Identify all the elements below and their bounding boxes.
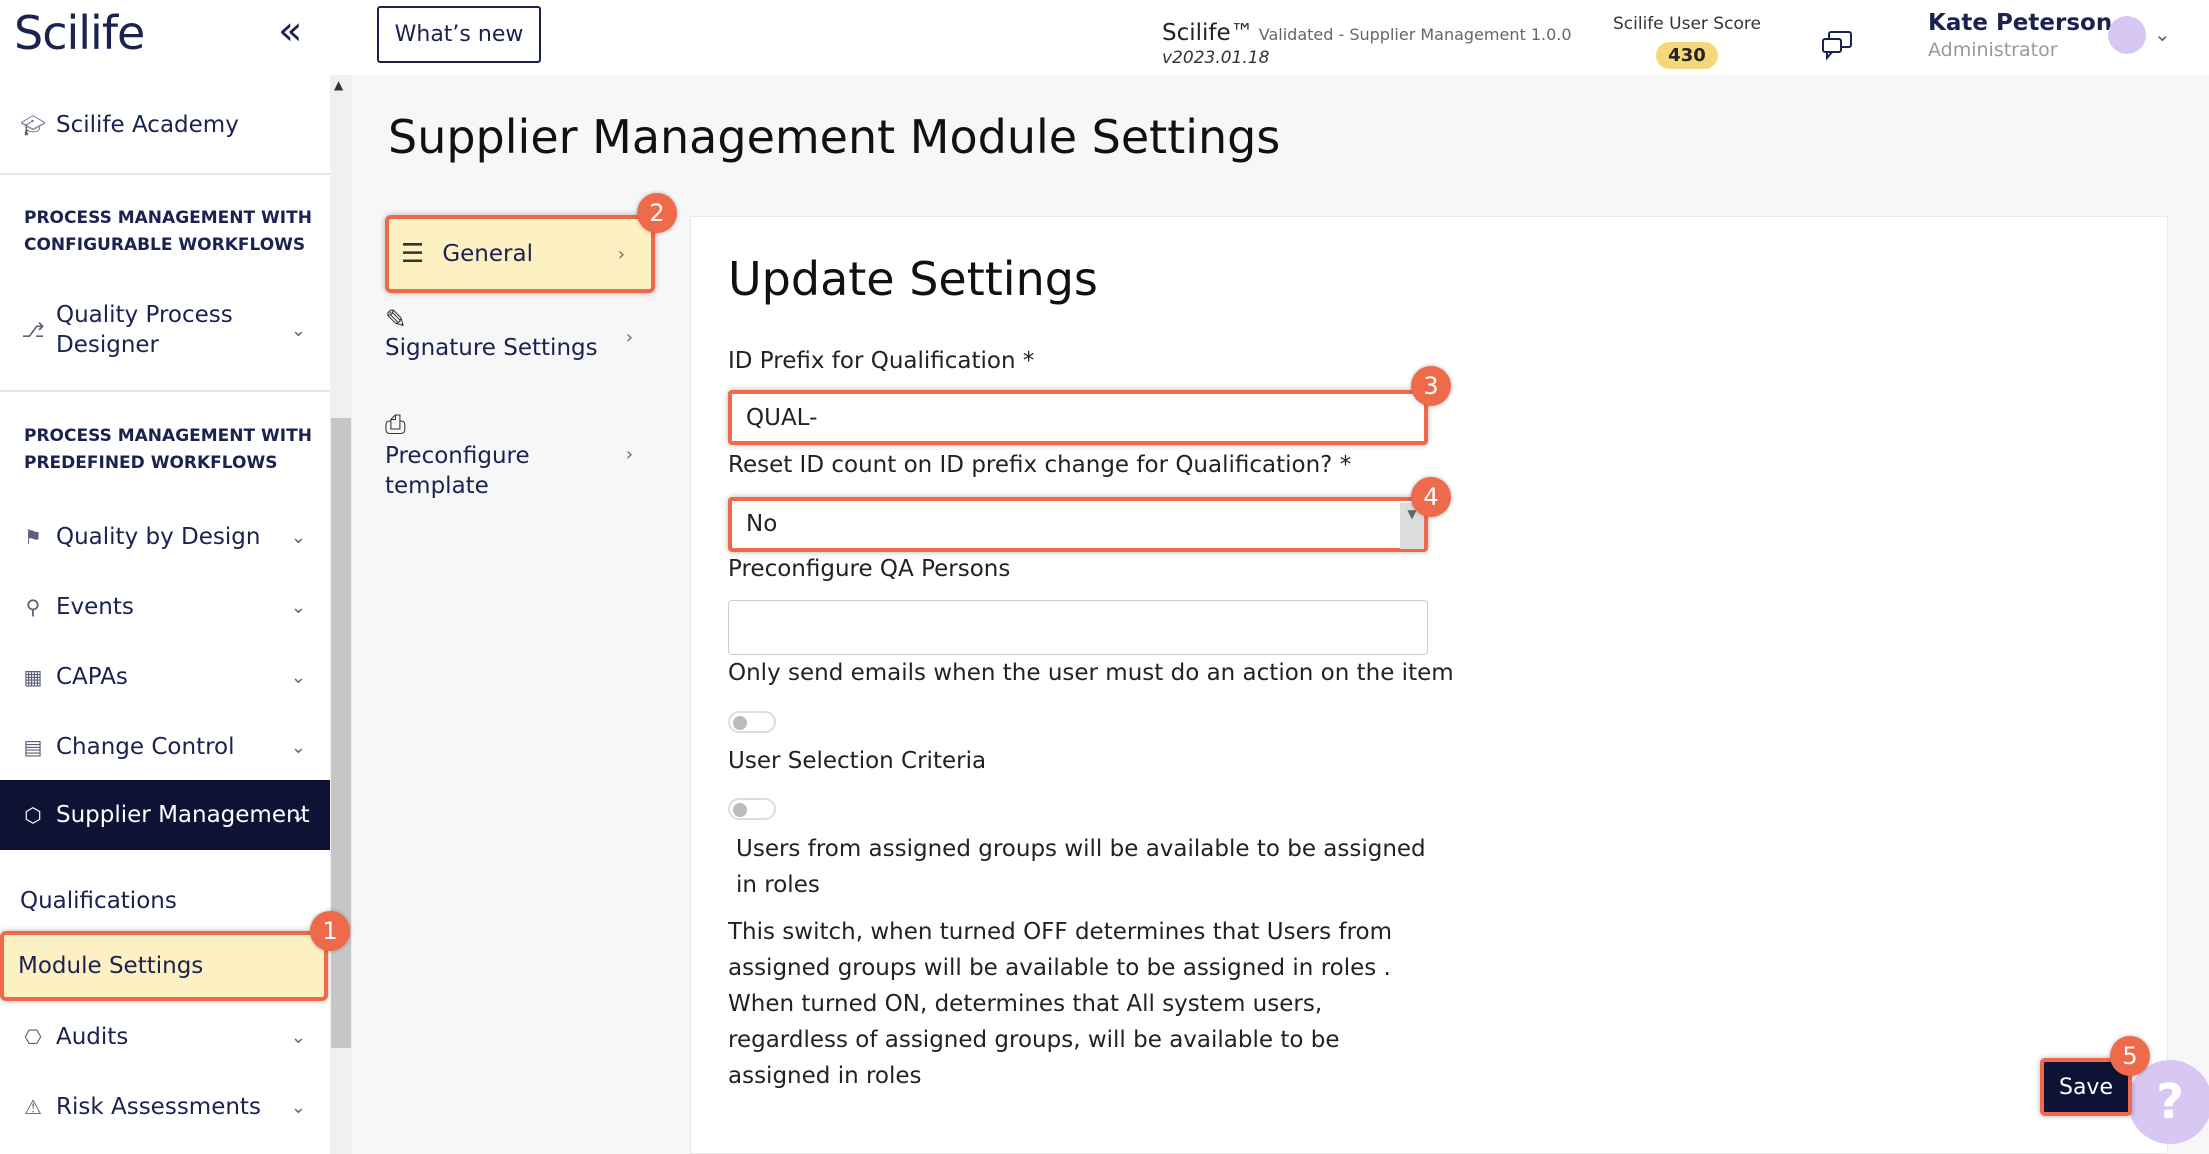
reset-id-label: Reset ID count on ID prefix change for Q… [728, 452, 1352, 478]
sidebar-item-events[interactable]: ⚲ Events ⌄ [0, 590, 330, 624]
capa-icon: ▦ [23, 665, 43, 689]
chevron-right-icon: › [617, 243, 625, 265]
user-selection-description: Users from assigned groups will be avail… [736, 836, 1426, 898]
chevron-down-icon: ⌄ [290, 804, 306, 826]
chevron-down-icon: ⌄ [290, 1096, 306, 1118]
chevron-down-icon: ⌄ [290, 526, 306, 548]
sidebar-section-predefined: PROCESS MANAGEMENT WITH PREDEFINED WORKF… [24, 426, 312, 473]
user-name: Kate Peterson [1928, 10, 2113, 36]
chevron-down-icon: ⌄ [290, 319, 306, 341]
reset-id-select[interactable]: No [728, 497, 1428, 552]
page-title: Supplier Management Module Settings [388, 110, 1281, 164]
id-prefix-input[interactable] [728, 390, 1428, 445]
scilife-logo[interactable]: Scilife [14, 6, 145, 60]
divider [0, 390, 330, 392]
sidebar-item-quality-process-designer[interactable]: ⎇ Quality Process Designer ⌄ [0, 300, 330, 360]
sidebar-item-risk-assessments[interactable]: ⚠︎ Risk Assessments ⌄ [0, 1090, 330, 1124]
qa-persons-input[interactable] [728, 600, 1428, 655]
sidebar-item-academy[interactable]: 🎓︎ Scilife Academy [0, 105, 330, 145]
location-pin-icon: ⚲ [25, 595, 41, 619]
sidebar-section-configurable: PROCESS MANAGEMENT WITH CONFIGURABLE WOR… [24, 208, 312, 255]
chevron-right-icon: › [625, 444, 633, 465]
chevron-down-icon: ⌄ [290, 666, 306, 688]
sidebar-item-label: Change Control [56, 734, 235, 760]
switch-help-text: This switch, when turned OFF determines … [728, 919, 1392, 1089]
step-marker-3: 3 [1411, 366, 1451, 406]
sidebar-item-quality-by-design[interactable]: ⚑ Quality by Design ⌄ [0, 520, 330, 554]
chevron-right-icon: › [625, 327, 633, 348]
subnav-general[interactable]: ☰ General › [385, 215, 655, 293]
sidebar-sub-qualifications[interactable]: Qualifications [0, 883, 330, 919]
scroll-up-icon[interactable]: ▲ [334, 78, 343, 92]
emails-toggle[interactable] [728, 711, 776, 733]
top-bar: Scilife « What’s new Scilife™ Validated … [0, 0, 2209, 75]
user-role: Administrator [1928, 39, 2058, 61]
subnav-label: General [442, 241, 533, 267]
sidebar-item-capas[interactable]: ▦ CAPAs ⌄ [0, 660, 330, 694]
chat-icon[interactable] [1820, 28, 1854, 62]
scrollbar-thumb[interactable] [331, 418, 351, 1048]
user-menu[interactable]: Kate Peterson Administrator [1928, 10, 2112, 61]
toggle-knob [733, 716, 747, 730]
subnav-label: Preconfigure template [385, 443, 530, 499]
product-version: v2023.01.18 [1162, 48, 1270, 68]
chevron-down-icon: ⌄ [290, 596, 306, 618]
sidebar-item-label: Events [56, 594, 134, 620]
chevron-down-icon[interactable]: ⌄ [2154, 22, 2171, 46]
step-marker-4: 4 [1411, 477, 1451, 517]
divider [0, 173, 330, 175]
emails-label: Only send emails when the user must do a… [728, 660, 1454, 686]
signpost-icon: ⚑ [24, 525, 42, 549]
sidebar-item-label: Risk Assessments [56, 1094, 261, 1120]
sidebar-item-audits[interactable]: ⎔ Audits ⌄ [0, 1020, 330, 1054]
workflow-icon: ⎇ [21, 318, 45, 342]
step-marker-5: 5 [2110, 1036, 2150, 1076]
sidebar-item-label: Audits [56, 1024, 129, 1050]
sidebar-item-label: Supplier Management [56, 802, 310, 828]
graduation-cap-icon: 🎓︎ [20, 113, 46, 137]
sidebar-item-label: Quality by Design [56, 524, 261, 550]
avatar[interactable] [2108, 16, 2146, 54]
sidebar-item-supplier-management[interactable]: ⬡ Supplier Management ⌄ [0, 780, 330, 850]
subnav-preconfigure-template[interactable]: ⎙ Preconfigure template › [385, 410, 655, 501]
inbox-icon: ⎙ [385, 410, 406, 440]
feather-pen-icon: ✎ [385, 305, 407, 335]
qa-persons-label: Preconfigure QA Persons [728, 556, 1011, 582]
product-version-info: Scilife™ Validated - Supplier Management… [1162, 20, 1572, 68]
sidebar-item-label: Scilife Academy [56, 112, 239, 138]
product-sub: Validated - Supplier Management 1.0.0 [1258, 25, 1572, 44]
sidebar-item-label: CAPAs [56, 664, 128, 690]
collapse-sidebar-icon[interactable]: « [278, 8, 302, 54]
user-score: Scilife User Score 430 [1613, 14, 1761, 69]
whats-new-button[interactable]: What’s new [377, 6, 541, 63]
subnav-label: Signature Settings [385, 335, 598, 361]
chevron-down-icon: ⌄ [290, 1026, 306, 1048]
user-score-label: Scilife User Score [1613, 14, 1761, 34]
box-icon: ⬡ [24, 803, 42, 827]
chevron-down-icon: ⌄ [290, 736, 306, 758]
step-marker-1: 1 [310, 911, 350, 951]
sliders-icon: ☰ [401, 239, 425, 269]
warning-icon: ⚠︎ [24, 1095, 42, 1119]
user-selection-toggle[interactable] [728, 798, 776, 820]
id-prefix-label: ID Prefix for Qualification * [728, 348, 1035, 374]
sidebar-sub-module-settings[interactable]: Module Settings [0, 931, 328, 1001]
subnav-signature-settings[interactable]: ✎ Signature Settings › [385, 305, 655, 361]
card-title: Update Settings [728, 252, 1098, 306]
user-score-badge: 430 [1656, 42, 1718, 69]
user-selection-label: User Selection Criteria [728, 748, 987, 774]
audit-search-icon: ⎔ [24, 1025, 42, 1049]
document-icon: ▤ [23, 735, 43, 759]
toggle-knob [733, 803, 747, 817]
product-name: Scilife™ [1162, 20, 1254, 46]
sidebar-item-change-control[interactable]: ▤ Change Control ⌄ [0, 730, 330, 764]
sidebar-item-label: Quality Process Designer [56, 302, 233, 358]
step-marker-2: 2 [637, 193, 677, 233]
